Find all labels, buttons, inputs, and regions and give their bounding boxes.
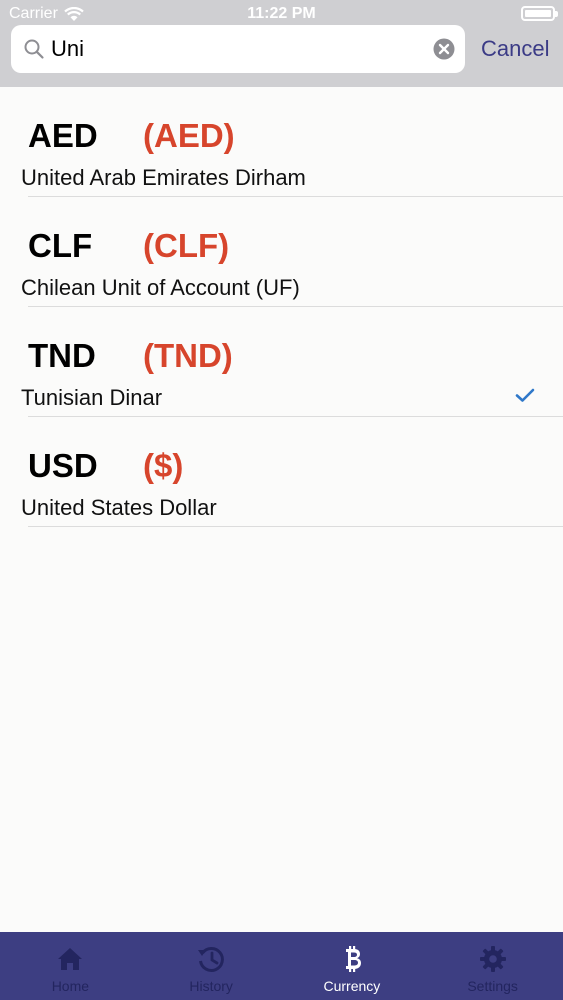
- bitcoin-icon: [345, 946, 361, 972]
- tab-settings[interactable]: Settings: [422, 932, 563, 1000]
- currency-code: CLF: [28, 227, 93, 264]
- currency-row-clf[interactable]: CLF (CLF) Chilean Unit of Account (UF): [0, 197, 563, 307]
- currency-symbol: (AED): [143, 117, 235, 154]
- currency-name: United States Dollar: [21, 495, 217, 520]
- currency-code: TND: [28, 337, 96, 374]
- search-bar: [11, 25, 465, 73]
- currency-row-aed[interactable]: AED (AED) United Arab Emirates Dirham: [0, 87, 563, 197]
- gear-icon: [479, 946, 506, 972]
- currency-row-usd[interactable]: USD ($) United States Dollar: [0, 417, 563, 527]
- checkmark-icon: [515, 388, 535, 402]
- currency-symbol: (TND): [143, 337, 233, 374]
- status-bar: Carrier 11:22 PM: [0, 0, 563, 28]
- currency-symbol: ($): [143, 447, 184, 484]
- clear-search-icon[interactable]: [433, 38, 455, 60]
- tab-bar: Home History Currency Settings: [0, 932, 563, 1000]
- currency-name: Chilean Unit of Account (UF): [21, 275, 300, 300]
- cancel-button[interactable]: Cancel: [481, 36, 549, 62]
- status-time: 11:22 PM: [247, 5, 316, 22]
- tab-history[interactable]: History: [141, 932, 282, 1000]
- home-icon: [58, 948, 83, 970]
- currency-name: Tunisian Dinar: [21, 385, 163, 410]
- tab-currency[interactable]: Currency: [282, 932, 423, 1000]
- tab-label: Currency: [323, 978, 381, 994]
- tab-home[interactable]: Home: [0, 932, 141, 1000]
- currency-list: AED (AED) United Arab Emirates Dirham CL…: [0, 87, 563, 527]
- tab-label: History: [189, 978, 233, 994]
- header: Carrier 11:22 PM Cancel: [0, 0, 563, 87]
- search-icon: [24, 39, 44, 59]
- currency-name: United Arab Emirates Dirham: [21, 165, 306, 190]
- currency-code: USD: [28, 447, 98, 484]
- history-icon: [198, 946, 225, 972]
- row-divider: [28, 526, 563, 527]
- currency-code: AED: [28, 117, 98, 154]
- currency-symbol: (CLF): [143, 227, 230, 264]
- tab-label: Settings: [467, 978, 518, 994]
- currency-row-tnd[interactable]: TND (TND) Tunisian Dinar: [0, 307, 563, 417]
- search-input[interactable]: [51, 33, 421, 65]
- battery-icon: [521, 6, 558, 21]
- tab-label: Home: [51, 978, 90, 994]
